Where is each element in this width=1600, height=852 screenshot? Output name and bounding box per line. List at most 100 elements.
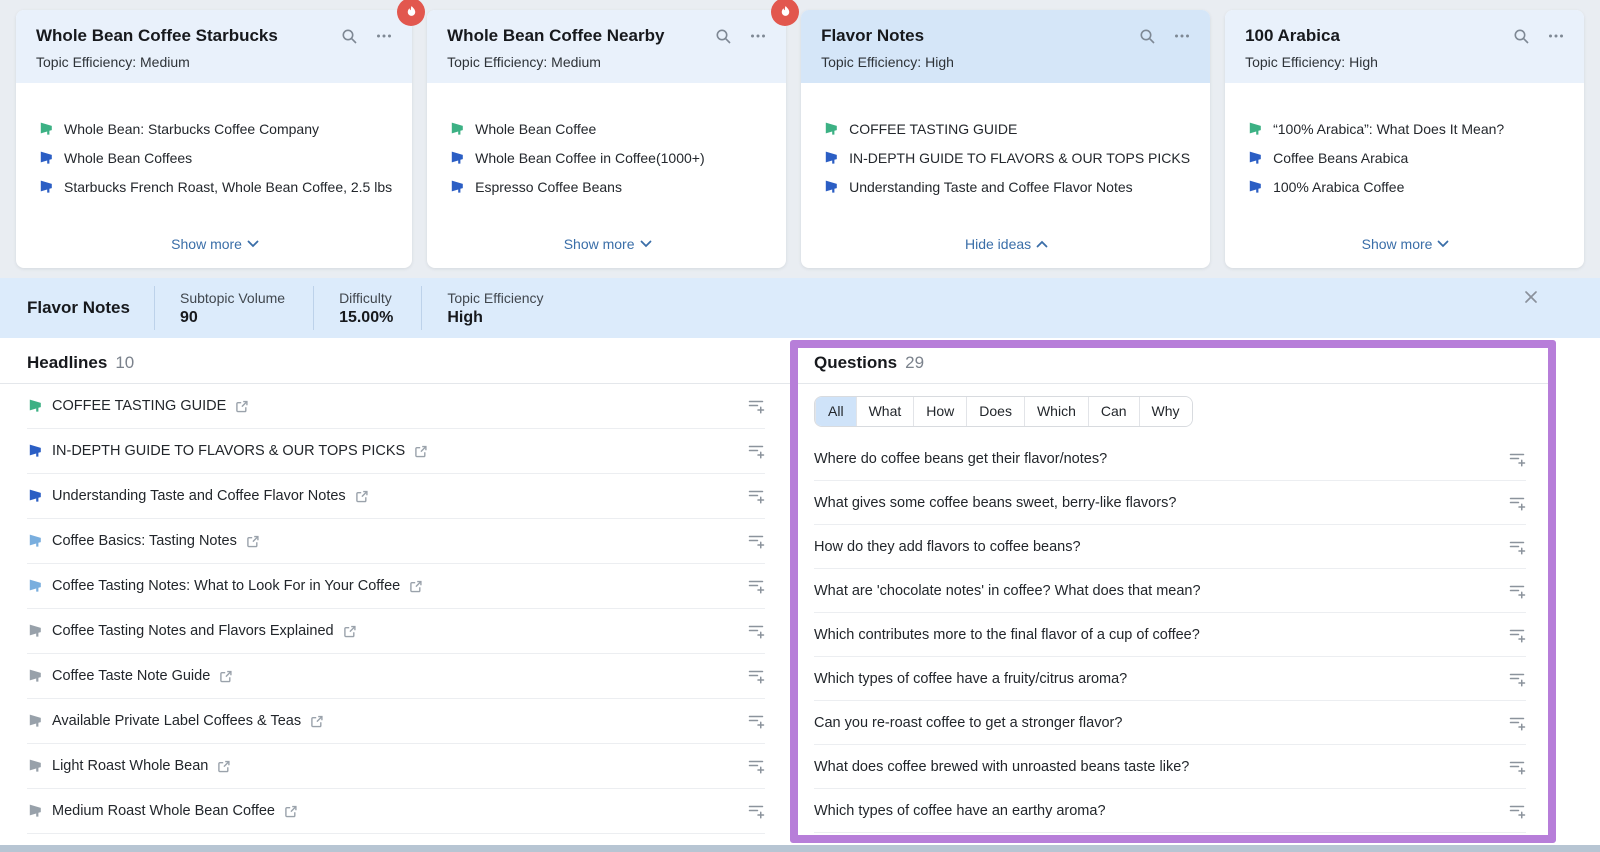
add-to-list-icon[interactable] (748, 398, 765, 414)
add-to-list-icon[interactable] (748, 623, 765, 639)
search-icon[interactable] (1139, 28, 1156, 45)
question-row: What are 'chocolate notes' in coffee? Wh… (814, 569, 1526, 613)
external-link-icon[interactable] (310, 715, 323, 728)
question-text: Which contributes more to the final flav… (814, 626, 1200, 643)
add-to-list-icon[interactable] (1509, 495, 1526, 511)
add-to-list-icon[interactable] (748, 758, 765, 774)
topic-research-page: Whole Bean Coffee Starbucks Topic Effici… (0, 0, 1600, 852)
megaphone-icon (38, 150, 54, 166)
topic-card[interactable]: Whole Bean Coffee Nearby Topic Efficienc… (427, 0, 800, 268)
flame-icon (778, 5, 793, 20)
search-icon[interactable] (341, 28, 358, 45)
show-more-label: Hide ideas (965, 236, 1032, 252)
search-icon[interactable] (1513, 28, 1530, 45)
add-to-list-icon[interactable] (1509, 451, 1526, 467)
metric-value: High (447, 308, 483, 326)
subtopic-detail-content: Headlines 10 COFFEE TASTING GUIDE IN-DEP… (0, 338, 1600, 845)
card-title: Flavor Notes (821, 26, 925, 45)
idea-item: Whole Bean: Starbucks Coffee Company (38, 121, 392, 137)
topic-card[interactable]: Whole Bean Coffee Starbucks Topic Effici… (16, 0, 426, 268)
more-options-icon[interactable] (376, 28, 392, 44)
headlines-panel: Headlines 10 COFFEE TASTING GUIDE IN-DEP… (0, 338, 790, 845)
topic-card[interactable]: 100 Arabica Topic Efficiency: High “100%… (1225, 10, 1585, 268)
idea-item: “100% Arabica”: What Does It Mean? (1247, 121, 1564, 137)
external-link-icon[interactable] (414, 445, 427, 458)
topic-efficiency-label: Topic Efficiency: (36, 54, 137, 70)
question-filter-button[interactable]: All (815, 397, 856, 426)
headline-text[interactable]: Available Private Label Coffees & Teas (52, 713, 301, 729)
external-link-icon[interactable] (409, 580, 422, 593)
topic-efficiency-value: High (1349, 54, 1378, 70)
more-options-icon[interactable] (1174, 28, 1190, 44)
metric: Topic Efficiency High (421, 286, 571, 330)
external-link-icon[interactable] (343, 625, 356, 638)
add-to-list-icon[interactable] (748, 713, 765, 729)
topic-efficiency: Topic Efficiency: High (1245, 54, 1564, 70)
headline-row: COFFEE TASTING GUIDE (27, 384, 765, 429)
headline-text[interactable]: COFFEE TASTING GUIDE (52, 398, 226, 414)
headline-text[interactable]: Coffee Tasting Notes and Flavors Explain… (52, 623, 334, 639)
show-more-link[interactable]: Show more (564, 236, 652, 252)
question-filter-button[interactable]: Why (1138, 397, 1192, 426)
add-to-list-icon[interactable] (748, 668, 765, 684)
question-filter-button[interactable]: Can (1087, 397, 1139, 426)
external-link-icon[interactable] (235, 400, 248, 413)
headline-text[interactable]: Coffee Taste Note Guide (52, 668, 210, 684)
trending-flame-badge (397, 0, 426, 26)
question-row: Can you re-roast coffee to get a stronge… (814, 701, 1526, 745)
topic-efficiency-label: Topic Efficiency: (821, 54, 922, 70)
question-row: What gives some coffee beans sweet, berr… (814, 481, 1526, 525)
add-to-list-icon[interactable] (748, 488, 765, 504)
more-options-icon[interactable] (1548, 28, 1564, 44)
show-more-link[interactable]: Show more (171, 236, 259, 252)
metric-value: 90 (179, 308, 198, 326)
question-text: Which types of coffee have a fruity/citr… (814, 670, 1128, 687)
topic-card[interactable]: Flavor Notes Topic Efficiency: High COFF… (801, 10, 1211, 268)
page-bottom-strip (0, 845, 1600, 852)
questions-title: Questions (814, 353, 898, 372)
headline-row: Coffee Taste Note Guide (27, 654, 765, 699)
external-link-icon[interactable] (217, 760, 230, 773)
search-icon[interactable] (715, 28, 732, 45)
add-to-list-icon[interactable] (748, 803, 765, 819)
headline-text[interactable]: IN-DEPTH GUIDE TO FLAVORS & OUR TOPS PIC… (52, 443, 405, 459)
question-text: Can you re-roast coffee to get a stronge… (814, 714, 1123, 731)
add-to-list-icon[interactable] (1509, 671, 1526, 687)
add-to-list-icon[interactable] (1509, 759, 1526, 775)
add-to-list-icon[interactable] (748, 533, 765, 549)
question-filter-button[interactable]: How (913, 397, 967, 426)
idea-item: Whole Bean Coffees (38, 150, 392, 166)
flame-icon (404, 5, 419, 20)
external-link-icon[interactable] (284, 805, 297, 818)
question-row: Which contributes more to the final flav… (814, 613, 1526, 657)
more-options-icon[interactable] (750, 28, 766, 44)
show-more-link[interactable]: Show more (1362, 236, 1450, 252)
headline-row: IN-DEPTH GUIDE TO FLAVORS & OUR TOPS PIC… (27, 429, 765, 474)
headline-text[interactable]: Coffee Tasting Notes: What to Look For i… (52, 578, 400, 594)
headline-text[interactable]: Coffee Basics: Tasting Notes (52, 533, 237, 549)
metric-value: 15.00% (339, 308, 394, 326)
add-to-list-icon[interactable] (748, 578, 765, 594)
headlines-list: COFFEE TASTING GUIDE IN-DEPTH GUIDE TO F… (0, 384, 790, 834)
add-to-list-icon[interactable] (1509, 583, 1526, 599)
external-link-icon[interactable] (246, 535, 259, 548)
external-link-icon[interactable] (355, 490, 368, 503)
show-more-link[interactable]: Hide ideas (965, 236, 1048, 252)
add-to-list-icon[interactable] (1509, 539, 1526, 555)
topic-efficiency: Topic Efficiency: High (821, 54, 1190, 70)
close-icon[interactable] (1524, 290, 1538, 304)
idea-item: COFFEE TASTING GUIDE (823, 121, 1190, 137)
headline-text[interactable]: Understanding Taste and Coffee Flavor No… (52, 488, 346, 504)
question-filter-button[interactable]: Which (1023, 397, 1088, 426)
add-to-list-icon[interactable] (1509, 627, 1526, 643)
megaphone-icon (449, 121, 465, 137)
headline-text[interactable]: Light Roast Whole Bean (52, 758, 208, 774)
add-to-list-icon[interactable] (1509, 803, 1526, 819)
headline-text[interactable]: Medium Roast Whole Bean Coffee (52, 803, 275, 819)
external-link-icon[interactable] (219, 670, 232, 683)
question-filter-button[interactable]: Does (966, 397, 1024, 426)
add-to-list-icon[interactable] (748, 443, 765, 459)
add-to-list-icon[interactable] (1509, 715, 1526, 731)
question-text: Which types of coffee have an earthy aro… (814, 802, 1106, 819)
question-filter-button[interactable]: What (855, 397, 914, 426)
